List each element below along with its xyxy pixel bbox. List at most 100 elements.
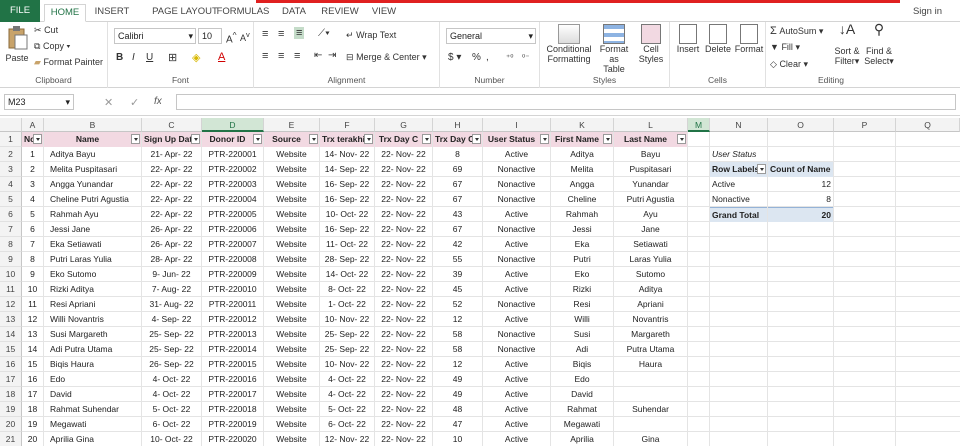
row-header[interactable]: 2: [0, 147, 22, 162]
table-cell[interactable]: 17: [22, 387, 43, 402]
pivot-grand-total-value[interactable]: 20: [768, 207, 833, 222]
decrease-indent-icon[interactable]: ⇤: [314, 50, 322, 61]
table-cell[interactable]: 22- Nov- 22: [375, 147, 432, 162]
row-header[interactable]: 14: [0, 327, 22, 342]
table-cell[interactable]: 28- Sep- 22: [320, 252, 374, 267]
table-cell[interactable]: 14- Sep- 22: [320, 162, 374, 177]
table-cell[interactable]: 22- Apr- 22: [142, 207, 201, 222]
borders-icon[interactable]: ⊞: [168, 51, 177, 64]
table-cell[interactable]: 4- Oct- 22: [320, 372, 374, 387]
table-cell[interactable]: 5- Oct- 22: [142, 402, 201, 417]
table-cell[interactable]: 10- Oct- 22: [320, 207, 374, 222]
table-cell[interactable]: Rahmat: [551, 402, 613, 417]
table-cell[interactable]: 8- Oct- 22: [320, 282, 374, 297]
table-cell[interactable]: 6- Oct- 22: [142, 417, 201, 432]
table-cell[interactable]: Angga: [551, 177, 613, 192]
table-cell[interactable]: 7- Aug- 22: [142, 282, 201, 297]
align-middle-icon[interactable]: ≡: [278, 28, 284, 40]
font-name-select[interactable]: Calibri ▾: [114, 28, 196, 44]
table-cell[interactable]: PTR-220004: [202, 192, 263, 207]
table-cell[interactable]: Cheline: [551, 192, 613, 207]
table-cell[interactable]: 47: [433, 417, 482, 432]
table-cell[interactable]: 11: [22, 297, 43, 312]
row-header[interactable]: 12: [0, 297, 22, 312]
italic-button[interactable]: I: [132, 52, 135, 63]
table-cell[interactable]: Rahmah Ayu: [44, 207, 141, 222]
table-cell[interactable]: Website: [264, 417, 319, 432]
table-cell[interactable]: 22- Nov- 22: [375, 207, 432, 222]
table-cell[interactable]: Active: [483, 147, 550, 162]
table-cell[interactable]: 22- Nov- 22: [375, 192, 432, 207]
table-cell[interactable]: PTR-220002: [202, 162, 263, 177]
table-cell[interactable]: Yunandar: [614, 177, 687, 192]
table-cell[interactable]: 10- Nov- 22: [320, 312, 374, 327]
table-cell[interactable]: [614, 417, 687, 432]
row-header[interactable]: 5: [0, 192, 22, 207]
table-cell[interactable]: PTR-220006: [202, 222, 263, 237]
table-cell[interactable]: Nonactive: [483, 192, 550, 207]
table-cell[interactable]: 25- Sep- 22: [142, 327, 201, 342]
filter-dropdown-icon[interactable]: [540, 134, 549, 144]
paste-button[interactable]: Paste: [4, 25, 30, 63]
table-cell[interactable]: 21- Apr- 22: [142, 147, 201, 162]
table-cell[interactable]: 22- Nov- 22: [375, 237, 432, 252]
table-cell[interactable]: Cheline Putri Agustia: [44, 192, 141, 207]
table-cell[interactable]: Megawati: [44, 417, 141, 432]
column-header-a[interactable]: A: [22, 118, 44, 132]
column-header-d[interactable]: D: [202, 118, 264, 132]
table-cell[interactable]: 22- Nov- 22: [375, 312, 432, 327]
table-cell[interactable]: 55: [433, 252, 482, 267]
table-cell[interactable]: Eko Sutomo: [44, 267, 141, 282]
table-cell[interactable]: 67: [433, 177, 482, 192]
format-as-table-button[interactable]: Format as Table: [594, 24, 634, 74]
tab-home[interactable]: HOME: [44, 4, 86, 22]
row-header[interactable]: 8: [0, 237, 22, 252]
table-cell[interactable]: 15: [22, 357, 43, 372]
table-cell[interactable]: Website: [264, 297, 319, 312]
table-cell[interactable]: PTR-220013: [202, 327, 263, 342]
table-cell[interactable]: Susi Margareth: [44, 327, 141, 342]
table-cell[interactable]: PTR-220020: [202, 432, 263, 446]
table-cell[interactable]: Website: [264, 327, 319, 342]
table-header-cell[interactable]: Sign Up Dat: [142, 132, 201, 147]
table-cell[interactable]: 6: [22, 222, 43, 237]
table-cell[interactable]: Website: [264, 177, 319, 192]
table-cell[interactable]: 22- Nov- 22: [375, 177, 432, 192]
table-cell[interactable]: 6- Oct- 22: [320, 417, 374, 432]
table-cell[interactable]: Nonactive: [483, 342, 550, 357]
table-cell[interactable]: 5: [22, 207, 43, 222]
table-cell[interactable]: Nonactive: [483, 252, 550, 267]
table-cell[interactable]: Margareth: [614, 327, 687, 342]
table-cell[interactable]: PTR-220015: [202, 357, 263, 372]
table-cell[interactable]: 42: [433, 237, 482, 252]
insert-function-icon[interactable]: fx: [154, 96, 162, 107]
filter-dropdown-icon[interactable]: [757, 164, 766, 174]
column-header-k[interactable]: K: [551, 118, 614, 132]
filter-dropdown-icon[interactable]: [422, 134, 431, 144]
decrease-decimal-icon[interactable]: ⁰⁻: [522, 53, 529, 62]
merge-center-button[interactable]: ⊟ Merge & Center ▾: [346, 52, 427, 63]
table-cell[interactable]: 22- Nov- 22: [375, 282, 432, 297]
name-box[interactable]: M23 ▾: [4, 94, 74, 110]
table-cell[interactable]: Suhendar: [614, 402, 687, 417]
clear-button[interactable]: ◇ Clear ▾: [770, 59, 808, 70]
table-cell[interactable]: Susi: [551, 327, 613, 342]
table-cell[interactable]: Nonactive: [483, 327, 550, 342]
table-cell[interactable]: Edo: [551, 372, 613, 387]
column-header-o[interactable]: O: [768, 118, 834, 132]
fill-button[interactable]: ▼ Fill ▾: [770, 42, 800, 53]
table-cell[interactable]: Active: [483, 417, 550, 432]
table-cell[interactable]: 7: [22, 237, 43, 252]
table-cell[interactable]: 22- Nov- 22: [375, 267, 432, 282]
table-cell[interactable]: 18: [22, 402, 43, 417]
table-cell[interactable]: PTR-220005: [202, 207, 263, 222]
table-cell[interactable]: Website: [264, 192, 319, 207]
table-cell[interactable]: PTR-220010: [202, 282, 263, 297]
table-cell[interactable]: 19: [22, 417, 43, 432]
table-cell[interactable]: Angga Yunandar: [44, 177, 141, 192]
table-cell[interactable]: 16: [22, 372, 43, 387]
table-cell[interactable]: Website: [264, 222, 319, 237]
table-cell[interactable]: 22- Nov- 22: [375, 432, 432, 446]
delete-cells-button[interactable]: Delete: [704, 24, 732, 54]
table-cell[interactable]: 58: [433, 327, 482, 342]
